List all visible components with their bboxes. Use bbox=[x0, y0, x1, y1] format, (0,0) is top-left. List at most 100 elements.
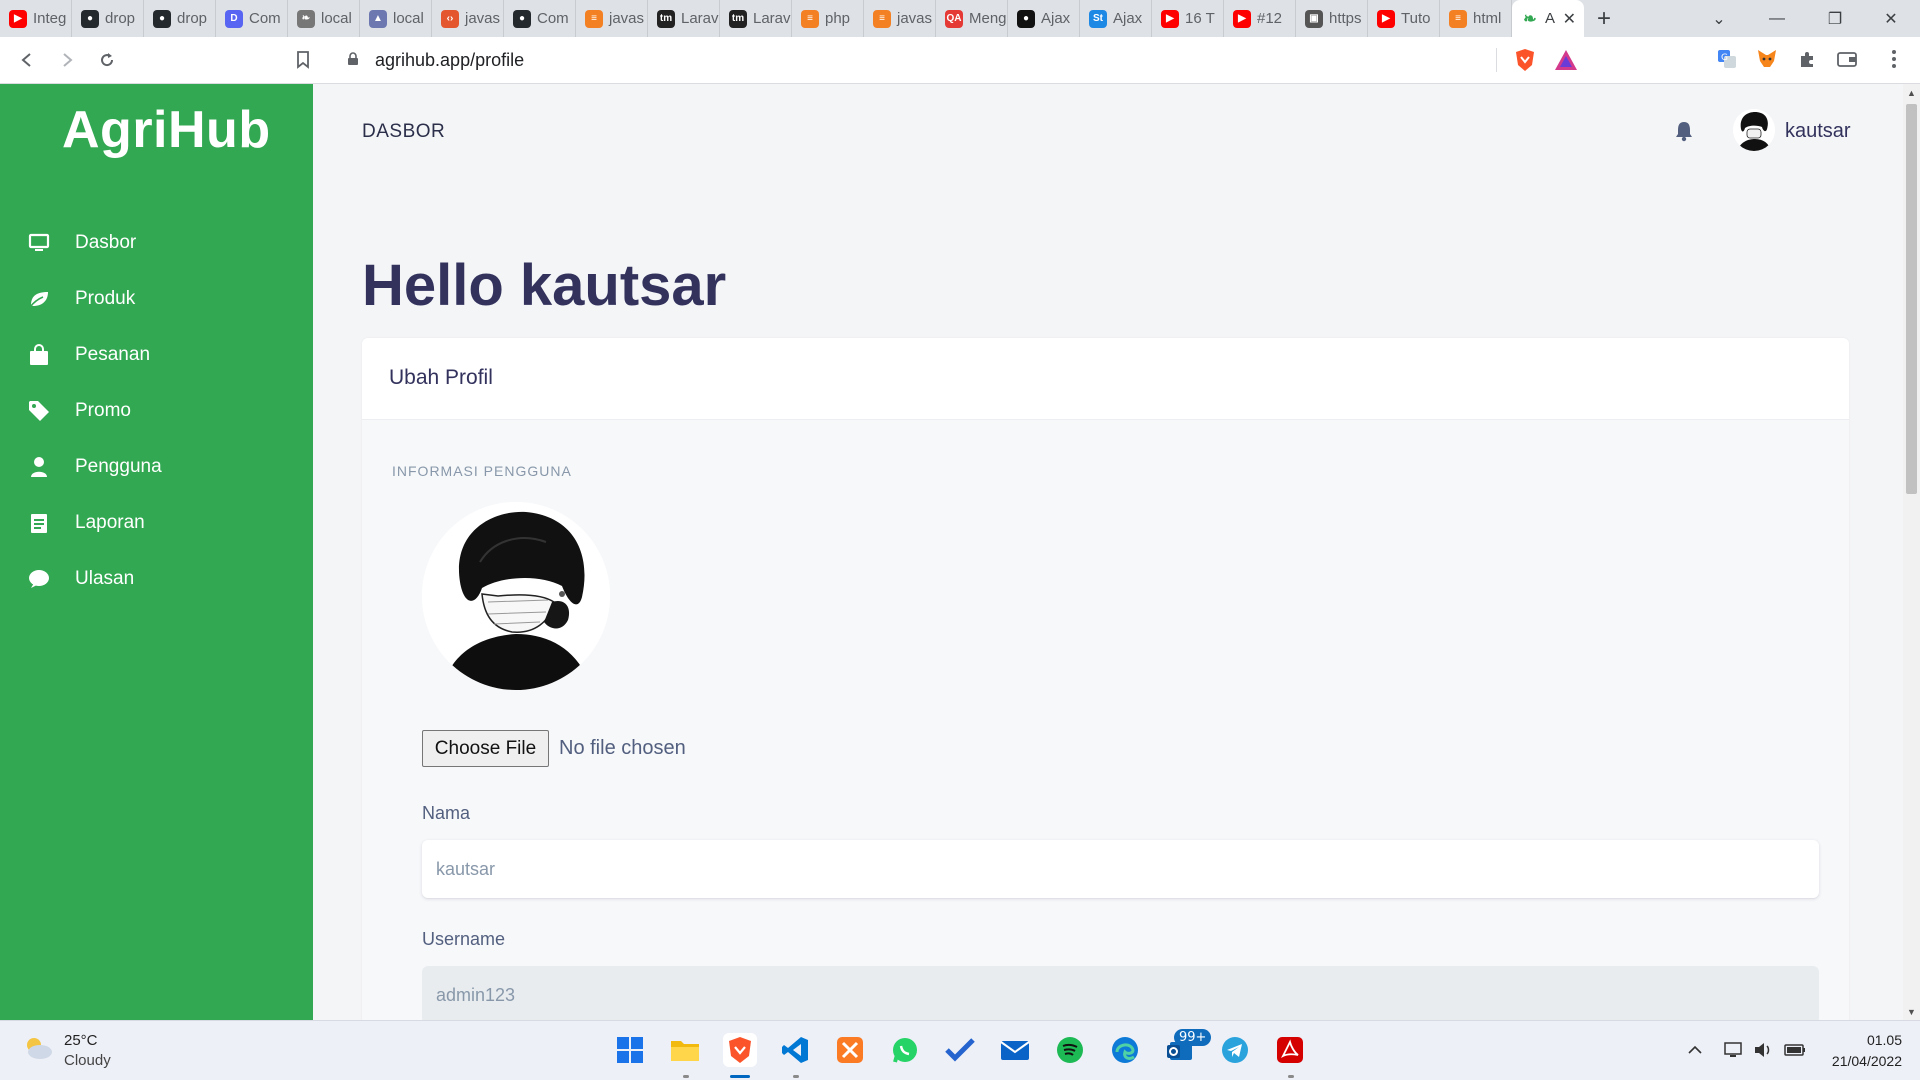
xampp-icon[interactable] bbox=[833, 1033, 867, 1067]
brave-browser-icon[interactable] bbox=[723, 1033, 757, 1067]
browser-tab[interactable]: ❧ local bbox=[288, 0, 360, 37]
browser-tab[interactable]: tm Larav bbox=[648, 0, 720, 37]
reload-button[interactable] bbox=[90, 43, 124, 77]
browser-tab-active[interactable]: ❧ A ✕ bbox=[1512, 0, 1584, 37]
acrobat-icon[interactable] bbox=[1273, 1033, 1307, 1067]
page-title-nav[interactable]: DASBOR bbox=[362, 121, 445, 143]
browser-tab[interactable]: ● Com bbox=[504, 0, 576, 37]
wallet-icon[interactable] bbox=[1833, 45, 1861, 73]
browser-tab[interactable]: ▣ https bbox=[1296, 0, 1368, 37]
choose-file-button[interactable]: Choose File bbox=[422, 730, 549, 767]
file-explorer-icon[interactable] bbox=[668, 1033, 702, 1067]
page-icon: ▣ bbox=[1305, 9, 1323, 28]
vscode-icon[interactable] bbox=[778, 1033, 812, 1067]
browser-tab[interactable]: ▶ #12 bbox=[1224, 0, 1296, 37]
translate-extension-icon[interactable]: G bbox=[1713, 45, 1741, 73]
avatar[interactable] bbox=[1733, 109, 1775, 151]
edge-icon[interactable] bbox=[1108, 1033, 1142, 1067]
new-tab-button[interactable]: + bbox=[1584, 5, 1624, 33]
browser-tab[interactable]: ≡ javas bbox=[864, 0, 936, 37]
windows-start-icon[interactable] bbox=[613, 1033, 647, 1067]
restore-button[interactable]: ❐ bbox=[1806, 0, 1864, 37]
sidebar-item-produk[interactable]: Produk bbox=[0, 277, 313, 321]
tm-icon: tm bbox=[729, 9, 747, 28]
tray-expand-icon[interactable] bbox=[1684, 1039, 1706, 1061]
code-icon: ‹› bbox=[441, 9, 459, 28]
close-window-button[interactable]: ✕ bbox=[1862, 0, 1920, 37]
battery-icon[interactable] bbox=[1784, 1039, 1806, 1061]
current-username[interactable]: kautsar bbox=[1785, 120, 1851, 143]
bookmark-button[interactable] bbox=[286, 43, 320, 77]
browser-tab[interactable]: ≡ javas bbox=[576, 0, 648, 37]
browser-tab[interactable]: ≡ php bbox=[792, 0, 864, 37]
back-button[interactable] bbox=[10, 43, 44, 77]
vertical-scrollbar[interactable]: ▲ ▼ bbox=[1903, 84, 1920, 1020]
close-tab-icon[interactable]: ✕ bbox=[1563, 9, 1576, 29]
sidebar-item-label: Produk bbox=[75, 288, 136, 309]
tab-label: 16 T bbox=[1185, 10, 1215, 27]
tab-label: https bbox=[1329, 10, 1362, 27]
sidebar-item-pengguna[interactable]: Pengguna bbox=[0, 445, 313, 489]
browser-tab[interactable]: D Com bbox=[216, 0, 288, 37]
sidebar-item-dasbor[interactable]: Dasbor bbox=[0, 221, 313, 265]
browser-tab[interactable]: ● Ajax bbox=[1008, 0, 1080, 37]
browser-tab[interactable]: QA Meng bbox=[936, 0, 1008, 37]
browser-tab[interactable]: ≡ html bbox=[1440, 0, 1512, 37]
profile-picture bbox=[422, 502, 610, 690]
metamask-extension-icon[interactable] bbox=[1753, 45, 1781, 73]
url-text[interactable]: agrihub.app/profile bbox=[375, 50, 524, 71]
weather-description[interactable]: Cloudy bbox=[64, 1052, 111, 1069]
browser-menu-icon[interactable] bbox=[1880, 45, 1908, 73]
address-bar[interactable]: agrihub.app/profile bbox=[331, 43, 1589, 77]
network-icon[interactable] bbox=[1722, 1039, 1744, 1061]
clock-time[interactable]: 01.05 bbox=[1860, 1032, 1902, 1048]
extensions-puzzle-icon[interactable] bbox=[1793, 45, 1821, 73]
sidebar-item-laporan[interactable]: Laporan bbox=[0, 501, 313, 545]
tab-search-chevron-icon[interactable]: ⌄ bbox=[1690, 0, 1748, 37]
scrollbar-thumb[interactable] bbox=[1906, 104, 1917, 494]
mail-icon[interactable] bbox=[998, 1033, 1032, 1067]
scroll-up-icon[interactable]: ▲ bbox=[1903, 84, 1920, 101]
tab-label: javas bbox=[897, 10, 933, 27]
scroll-down-icon[interactable]: ▼ bbox=[1903, 1003, 1920, 1020]
clock-date[interactable]: 21/04/2022 bbox=[1822, 1053, 1902, 1069]
browser-tab[interactable]: ▲ local bbox=[360, 0, 432, 37]
spotify-icon[interactable] bbox=[1053, 1033, 1087, 1067]
lock-icon bbox=[347, 52, 363, 68]
weather-temperature[interactable]: 25°C bbox=[64, 1032, 98, 1049]
svg-text:G: G bbox=[1721, 53, 1728, 63]
browser-tab[interactable]: tm Larav bbox=[720, 0, 792, 37]
bell-icon[interactable] bbox=[1673, 120, 1695, 142]
weather-cloud-icon[interactable] bbox=[22, 1033, 54, 1068]
browser-tab[interactable]: ● drop bbox=[72, 0, 144, 37]
nama-input[interactable]: kautsar bbox=[422, 840, 1819, 898]
forward-button[interactable] bbox=[50, 43, 84, 77]
sidebar-item-label: Pesanan bbox=[75, 344, 151, 365]
minimize-button[interactable]: — bbox=[1748, 0, 1806, 37]
leaf-icon: ❧ bbox=[1521, 9, 1539, 28]
browser-tab[interactable]: ‹› javas bbox=[432, 0, 504, 37]
edit-profile-card: Ubah Profil INFORMASI PENGGUNA Choose Fi… bbox=[362, 338, 1849, 1020]
brave-shield-icon[interactable] bbox=[1514, 48, 1536, 77]
browser-tab[interactable]: ▶ Tuto bbox=[1368, 0, 1440, 37]
browser-tab[interactable]: ▶ Integ bbox=[0, 0, 72, 37]
brand-logo[interactable]: AgriHub bbox=[62, 100, 271, 160]
whatsapp-icon[interactable] bbox=[888, 1033, 922, 1067]
reload-icon bbox=[101, 53, 114, 67]
brave-rewards-icon[interactable] bbox=[1554, 49, 1578, 76]
browser-tab[interactable]: ● drop bbox=[144, 0, 216, 37]
browser-tab[interactable]: St Ajax bbox=[1080, 0, 1152, 37]
sidebar-item-label: Promo bbox=[75, 400, 131, 421]
browser-tab[interactable]: ▶ 16 T bbox=[1152, 0, 1224, 37]
sidebar-item-pesanan[interactable]: Pesanan bbox=[0, 333, 313, 377]
github-icon: ● bbox=[81, 9, 99, 28]
username-input[interactable]: admin123 bbox=[422, 966, 1819, 1020]
sidebar: AgriHub Dasbor Produk Pesanan Promo Peng… bbox=[0, 84, 313, 1020]
youtube-icon: ▶ bbox=[9, 9, 27, 28]
sidebar-item-promo[interactable]: Promo bbox=[0, 389, 313, 433]
nama-value: kautsar bbox=[436, 858, 496, 879]
telegram-icon[interactable] bbox=[1218, 1033, 1252, 1067]
todo-icon[interactable] bbox=[943, 1033, 977, 1067]
volume-icon[interactable] bbox=[1752, 1039, 1774, 1061]
sidebar-item-ulasan[interactable]: Ulasan bbox=[0, 557, 313, 601]
